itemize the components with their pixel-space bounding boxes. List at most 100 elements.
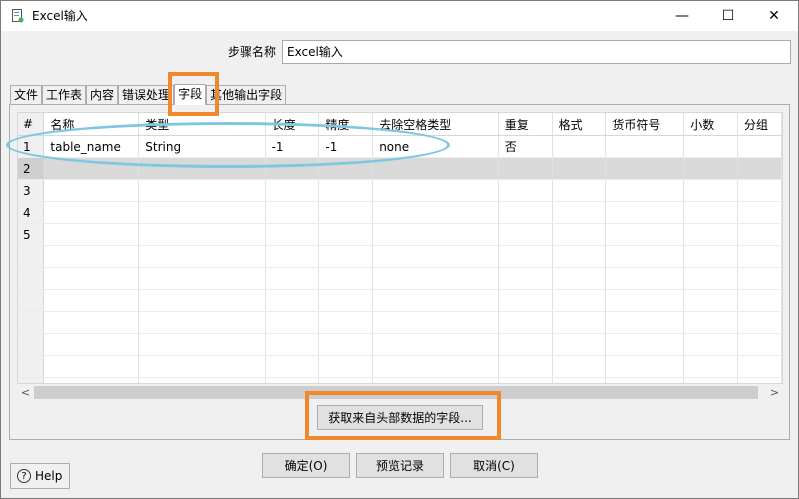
table-cell[interactable]: [605, 201, 685, 224]
table-cell[interactable]: [605, 223, 685, 246]
table-cell[interactable]: [683, 333, 739, 356]
table-cell[interactable]: [552, 157, 607, 180]
table-cell[interactable]: [605, 157, 685, 180]
table-cell[interactable]: [605, 179, 685, 202]
table-cell[interactable]: [372, 179, 499, 202]
table-cell[interactable]: [138, 201, 266, 224]
table-cell[interactable]: [552, 267, 607, 290]
cancel-button[interactable]: 取消(C): [450, 453, 538, 478]
table-cell[interactable]: [372, 223, 499, 246]
table-cell[interactable]: [737, 311, 782, 334]
table-cell[interactable]: [318, 355, 374, 378]
table-row[interactable]: [18, 245, 782, 268]
table-cell[interactable]: [552, 355, 607, 378]
table-cell[interactable]: [498, 157, 553, 180]
table-cell[interactable]: [138, 267, 266, 290]
minimize-button[interactable]: —: [659, 2, 705, 30]
table-cell[interactable]: [552, 223, 607, 246]
table-cell[interactable]: 否: [498, 135, 553, 158]
table-cell[interactable]: [737, 267, 782, 290]
table-cell[interactable]: [683, 223, 739, 246]
table-cell[interactable]: [498, 179, 553, 202]
table-row[interactable]: 5: [18, 223, 782, 246]
column-header[interactable]: 分组: [737, 113, 782, 136]
table-cell[interactable]: [605, 355, 685, 378]
scroll-left-icon[interactable]: <: [17, 384, 34, 401]
table-cell[interactable]: [605, 333, 685, 356]
table-cell[interactable]: [498, 245, 553, 268]
step-name-input[interactable]: Excel输入: [282, 40, 791, 64]
help-button[interactable]: ? Help: [10, 463, 70, 489]
table-cell[interactable]: [605, 135, 685, 158]
table-cell[interactable]: [605, 289, 685, 312]
table-cell[interactable]: [552, 311, 607, 334]
table-cell[interactable]: [265, 179, 320, 202]
table-cell[interactable]: [43, 179, 140, 202]
table-row[interactable]: [18, 333, 782, 356]
table-cell[interactable]: [605, 311, 685, 334]
table-cell[interactable]: [683, 245, 739, 268]
table-cell[interactable]: [737, 135, 782, 158]
table-cell[interactable]: [43, 333, 140, 356]
table-cell[interactable]: [265, 201, 320, 224]
table-cell[interactable]: [372, 267, 499, 290]
column-header[interactable]: 格式: [552, 113, 607, 136]
table-cell[interactable]: [498, 201, 553, 224]
table-cell[interactable]: [265, 355, 320, 378]
table-cell[interactable]: [265, 333, 320, 356]
table-cell[interactable]: [737, 245, 782, 268]
table-cell[interactable]: [138, 355, 266, 378]
column-header[interactable]: 小数: [683, 113, 739, 136]
tab-file[interactable]: 文件: [10, 85, 43, 104]
preview-button[interactable]: 预览记录: [356, 453, 444, 478]
tab-error-handling[interactable]: 错误处理: [118, 85, 175, 104]
table-cell[interactable]: [318, 311, 374, 334]
table-cell[interactable]: [372, 245, 499, 268]
table-cell[interactable]: [43, 201, 140, 224]
close-button[interactable]: ✕: [751, 2, 797, 30]
table-cell[interactable]: [372, 311, 499, 334]
table-cell[interactable]: [498, 223, 553, 246]
maximize-button[interactable]: ☐: [705, 2, 751, 30]
table-cell[interactable]: [552, 201, 607, 224]
table-cell[interactable]: [138, 311, 266, 334]
table-cell[interactable]: [265, 311, 320, 334]
table-cell[interactable]: [372, 355, 499, 378]
table-cell[interactable]: [43, 289, 140, 312]
table-cell[interactable]: [318, 201, 374, 224]
table-cell[interactable]: [498, 355, 553, 378]
table-cell[interactable]: [372, 289, 499, 312]
table-cell[interactable]: [737, 355, 782, 378]
table-cell[interactable]: [43, 311, 140, 334]
table-cell[interactable]: [318, 267, 374, 290]
table-cell[interactable]: [498, 333, 553, 356]
table-cell[interactable]: [683, 267, 739, 290]
table-cell[interactable]: [498, 289, 553, 312]
table-cell[interactable]: [372, 201, 499, 224]
table-cell[interactable]: [318, 223, 374, 246]
table-cell[interactable]: [372, 157, 499, 180]
table-row[interactable]: [18, 289, 782, 312]
table-row[interactable]: [18, 355, 782, 378]
tab-content[interactable]: 内容: [86, 85, 119, 104]
table-cell[interactable]: [138, 223, 266, 246]
table-cell[interactable]: [605, 267, 685, 290]
table-row[interactable]: 3: [18, 179, 782, 202]
scroll-right-icon[interactable]: >: [766, 384, 783, 401]
table-cell[interactable]: [552, 289, 607, 312]
table-cell[interactable]: [43, 267, 140, 290]
table-cell[interactable]: [138, 245, 266, 268]
table-cell[interactable]: [605, 245, 685, 268]
table-cell[interactable]: [498, 311, 553, 334]
table-cell[interactable]: [318, 289, 374, 312]
column-header[interactable]: 重复: [498, 113, 553, 136]
table-cell[interactable]: [737, 289, 782, 312]
table-cell[interactable]: [265, 223, 320, 246]
table-cell[interactable]: [552, 179, 607, 202]
table-cell[interactable]: [683, 201, 739, 224]
table-cell[interactable]: [737, 201, 782, 224]
table-cell[interactable]: [43, 223, 140, 246]
table-cell[interactable]: [138, 333, 266, 356]
table-cell[interactable]: [372, 333, 499, 356]
table-cell[interactable]: [683, 355, 739, 378]
